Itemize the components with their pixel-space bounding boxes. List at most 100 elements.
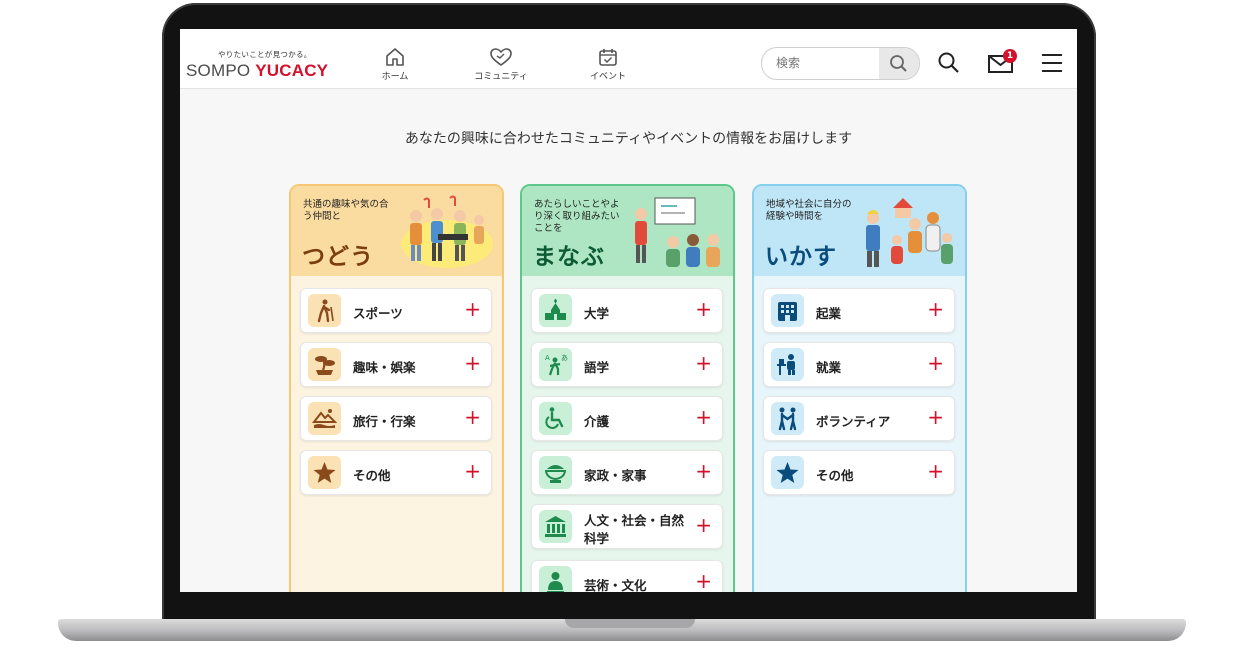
nav-home[interactable]: ホーム: [355, 47, 435, 82]
item-label: 人文・社会・自然 科学: [584, 512, 684, 548]
category-card-tsudou: 共通の趣味や気の合う仲間と つどう スポーツ + 趣味・娯楽 + 旅行・行楽 +…: [289, 184, 504, 592]
home-icon: [386, 48, 404, 66]
item-label-line1: 人文・社会・自然: [584, 513, 685, 528]
card-description: あたらしいことやより深く取り組みたいことを: [534, 199, 620, 234]
item-label: 就業: [816, 360, 842, 375]
building-icon: [778, 302, 797, 321]
expand-plus-icon[interactable]: +: [464, 406, 481, 428]
search-submit-button[interactable]: [879, 48, 919, 79]
classroom-illustration-icon: [635, 197, 720, 267]
card-title[interactable]: いかす: [765, 237, 837, 271]
category-item-housework[interactable]: 家政・家事 +: [531, 450, 723, 495]
laptop-notch: [565, 619, 695, 628]
nav-event-label: イベント: [589, 72, 626, 82]
item-icon-box: [539, 402, 572, 435]
expand-plus-icon[interactable]: +: [464, 298, 481, 320]
logo-sompo: SOMPO: [186, 61, 256, 80]
expand-plus-icon[interactable]: +: [927, 460, 944, 482]
item-label: 家政・家事: [584, 468, 647, 483]
item-icon-box: A あ: [539, 348, 572, 381]
item-label-line2: 科学: [584, 531, 610, 546]
item-icon-box: [308, 402, 341, 435]
card-description: 地域や社会に自分の経験や時間を: [766, 199, 852, 222]
svg-text:A: A: [545, 354, 550, 362]
search-toggle-icon[interactable]: [936, 50, 962, 76]
item-label: 大学: [584, 306, 610, 321]
site-header: やりたいことが見つかる。 SOMPO YUCACY ホーム コミュニティ イベン…: [180, 29, 1077, 89]
category-item-university[interactable]: 大学 +: [531, 288, 723, 333]
landscape-icon: [312, 409, 337, 428]
band-illustration-icon: [401, 195, 493, 268]
nav-community-label: コミュニティ: [474, 72, 528, 82]
expand-plus-icon[interactable]: +: [695, 298, 712, 320]
card-header: あたらしいことやより深く取り組みたいことを まなぶ: [522, 186, 733, 276]
page-tagline: あなたの興味に合わせたコミュニティやイベントの情報をお届けします: [404, 131, 853, 147]
card-description: 共通の趣味や気の合う仲間と: [303, 199, 389, 222]
expand-plus-icon[interactable]: +: [695, 514, 712, 536]
nav-event[interactable]: イベント: [568, 47, 648, 82]
expand-plus-icon[interactable]: +: [695, 570, 712, 592]
item-label: 語学: [584, 360, 610, 375]
museum-icon: [545, 516, 566, 537]
category-item-care[interactable]: 介護 +: [531, 396, 723, 441]
nav-home-label: ホーム: [381, 72, 409, 82]
category-item-volunteer[interactable]: ボランティア +: [763, 396, 955, 441]
hiking-icon: [317, 299, 334, 323]
category-item-arts[interactable]: 芸術・文化 +: [531, 560, 723, 592]
item-icon-box: [771, 294, 804, 327]
star-icon: [776, 462, 799, 483]
item-label: その他: [816, 468, 854, 483]
card-title[interactable]: まなぶ: [533, 237, 605, 271]
sculpture-icon: [547, 572, 564, 592]
expand-plus-icon[interactable]: +: [927, 406, 944, 428]
category-item-travel[interactable]: 旅行・行楽 +: [300, 396, 492, 441]
category-card-manabu: あたらしいことやより深く取り組みたいことを まなぶ 大学 + A あ 語学 + …: [520, 184, 735, 592]
item-icon-box: [771, 348, 804, 381]
nav-community[interactable]: コミュニティ: [461, 47, 541, 82]
item-label: 趣味・娯楽: [353, 360, 416, 375]
expand-plus-icon[interactable]: +: [464, 460, 481, 482]
category-item-other[interactable]: その他 +: [300, 450, 492, 495]
menu-icon[interactable]: [1040, 53, 1064, 73]
search-box: [761, 47, 920, 80]
expand-plus-icon[interactable]: +: [695, 406, 712, 428]
category-item-sports[interactable]: スポーツ +: [300, 288, 492, 333]
office-worker-icon: [777, 354, 795, 375]
expand-plus-icon[interactable]: +: [927, 298, 944, 320]
calendar-icon: [599, 49, 617, 66]
item-label: 介護: [584, 414, 610, 429]
item-icon-box: [539, 456, 572, 489]
site-logo[interactable]: SOMPO YUCACY: [186, 61, 328, 81]
language-icon: A あ: [545, 354, 568, 376]
category-item-language[interactable]: A あ 語学 +: [531, 342, 723, 387]
item-label: スポーツ: [353, 306, 403, 321]
item-icon-box: [771, 402, 804, 435]
star-icon: [313, 462, 336, 483]
category-item-hobby[interactable]: 趣味・娯楽 +: [300, 342, 492, 387]
wheelchair-icon: [545, 407, 564, 429]
expand-plus-icon[interactable]: +: [695, 460, 712, 482]
item-icon-box: [539, 294, 572, 327]
category-card-ikasu: 地域や社会に自分の経験や時間を いかす 起業 + 就業 + ボランティア + そ…: [752, 184, 967, 592]
expand-plus-icon[interactable]: +: [695, 352, 712, 374]
search-input[interactable]: [774, 55, 878, 71]
laptop-screen: やりたいことが見つかる。 SOMPO YUCACY ホーム コミュニティ イベン…: [180, 29, 1077, 592]
university-icon: [545, 299, 566, 320]
category-item-employment[interactable]: 就業 +: [763, 342, 955, 387]
item-label: ボランティア: [816, 414, 891, 429]
category-item-other[interactable]: その他 +: [763, 450, 955, 495]
item-label: 旅行・行楽: [353, 414, 416, 429]
volunteer-icon: [778, 407, 797, 431]
item-icon-box: [539, 510, 572, 543]
item-icon-box: [308, 348, 341, 381]
expand-plus-icon[interactable]: +: [464, 352, 481, 374]
community-illustration-icon: [866, 198, 953, 267]
logo-tagline: やりたいことが見つかる。: [218, 50, 312, 59]
expand-plus-icon[interactable]: +: [927, 352, 944, 374]
svg-text:あ: あ: [561, 354, 568, 362]
category-item-startup[interactable]: 起業 +: [763, 288, 955, 333]
community-heart-icon: [490, 48, 512, 66]
category-item-humanities[interactable]: 人文・社会・自然 科学 +: [531, 504, 723, 549]
card-title[interactable]: つどう: [302, 237, 374, 271]
item-label: 芸術・文化: [584, 578, 647, 592]
